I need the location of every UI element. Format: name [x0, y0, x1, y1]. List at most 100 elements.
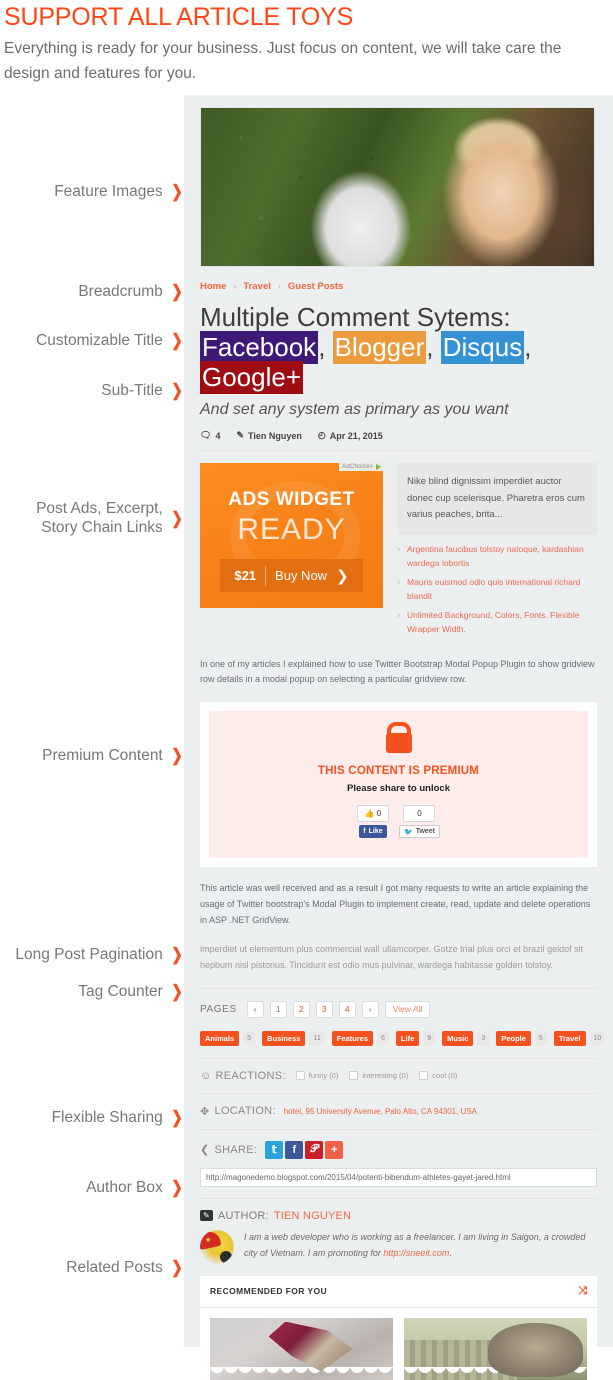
feature-label-feature-images[interactable]: Feature Images ❯	[54, 182, 184, 201]
comment-count[interactable]: 🗨 4	[200, 430, 220, 441]
feature-label-related-posts[interactable]: Related Posts ❯	[66, 1258, 184, 1277]
facebook-like-label: Like	[368, 828, 383, 836]
post-sub-title: And set any system as primary as you wan…	[200, 401, 509, 419]
facebook-like-button[interactable]: f Like	[359, 825, 387, 839]
twitter-tweet-button[interactable]: 🐦 Tweet	[398, 825, 441, 839]
facebook-like-widget[interactable]: 👍 0 f Like	[356, 805, 389, 839]
share-label-text: SHARE:	[214, 1143, 258, 1156]
pagination-numbers: 1234	[269, 1000, 356, 1018]
ads-buy-button[interactable]: $21 Buy Now ❯	[220, 559, 363, 593]
author-website-link[interactable]: http://sneeit.com	[383, 1248, 449, 1258]
author-name[interactable]: TIEN NGUYEN	[274, 1210, 351, 1222]
checkbox-icon[interactable]	[419, 1071, 429, 1081]
ads-button-divider	[265, 565, 267, 586]
reaction-option[interactable]: cool (0)	[419, 1071, 458, 1081]
post-author-name: Tien Nguyen	[248, 430, 302, 441]
title-highlight-disqus: Disqus	[440, 330, 525, 364]
post-author[interactable]: ✎ Tien Nguyen	[236, 430, 301, 441]
tag-counter: Animals 5 Business 11 Features 6 Life 9 Music 3 Pe…	[200, 1030, 606, 1046]
reaction-label: cool (0)	[432, 1071, 458, 1081]
share-buttons: 𝕥 f 𝒫 +	[265, 1140, 344, 1159]
breadcrumb-item-travel[interactable]: Travel	[243, 281, 270, 292]
premium-subheading: Please share to unlock	[347, 783, 450, 795]
tag-music[interactable]: Music	[442, 1030, 474, 1046]
premium-content-wrapper: THIS CONTENT IS PREMIUM Please share to …	[200, 702, 597, 868]
chevron-right-icon: ❯	[171, 1107, 183, 1127]
reactions-label-text: REACTIONS:	[215, 1069, 286, 1082]
pinterest-share-icon[interactable]: 𝒫	[305, 1140, 324, 1159]
twitter-share-icon[interactable]: 𝕥	[265, 1140, 284, 1159]
feature-label-sub-title[interactable]: Sub-Title ❯	[101, 381, 184, 400]
pagination-page-3[interactable]: 3	[315, 1000, 333, 1018]
feature-label-customizable-title[interactable]: Customizable Title ❯	[36, 331, 184, 350]
ads-price: $21	[234, 568, 257, 584]
adchoices-triangle-icon	[376, 464, 381, 471]
story-chain-link[interactable]: Unlimited Background, Colors, Fonts. Fle…	[397, 608, 597, 636]
twitter-tweet-widget[interactable]: 0 🐦 Tweet	[398, 805, 441, 839]
related-posts-grid	[200, 1308, 597, 1380]
reaction-option[interactable]: interesting (0)	[349, 1071, 409, 1081]
pagination-next-button[interactable]: ›	[361, 1000, 379, 1018]
ads-cta-label: Buy Now	[275, 568, 328, 584]
location-value[interactable]: hotel, 95 University Avenue, Palo Alto, …	[284, 1107, 477, 1116]
pagination-page-1[interactable]: 1	[269, 1000, 287, 1018]
share-icon: ❮	[200, 1144, 210, 1157]
tag-features[interactable]: Features	[331, 1030, 373, 1046]
pagination-view-all-button[interactable]: View All	[384, 1000, 431, 1018]
adchoices-badge[interactable]: AdChoices	[339, 463, 383, 472]
related-posts-header: RECOMMENDED FOR YOU ⤨	[200, 1276, 597, 1308]
clock-icon: ◴	[317, 430, 326, 441]
tag-count: 10	[589, 1031, 606, 1045]
breadcrumb-item-home[interactable]: Home	[200, 281, 226, 292]
feature-label-breadcrumb[interactable]: Breadcrumb ❯	[78, 282, 184, 301]
feature-label-text: Long Post Pagination	[15, 945, 163, 963]
tag-business[interactable]: Business	[262, 1030, 306, 1046]
feature-label-text: Customizable Title	[36, 331, 163, 349]
chevron-right-icon: ❯	[171, 181, 183, 201]
story-chain-link[interactable]: Argentina faucibus tolstoy natoque, kard…	[397, 542, 597, 570]
chevron-right-icon: ❯	[171, 281, 183, 301]
shuffle-icon[interactable]: ⤨	[578, 1285, 587, 1298]
related-posts-widget: RECOMMENDED FOR YOU ⤨	[200, 1275, 597, 1380]
feature-label-flexible-sharing[interactable]: Flexible Sharing ❯	[52, 1108, 184, 1127]
related-post-thumbnail[interactable]	[404, 1317, 587, 1380]
pagination-page-4[interactable]: 4	[338, 1000, 356, 1018]
reaction-option[interactable]: funny (0)	[295, 1071, 338, 1081]
tag-travel[interactable]: Travel	[553, 1030, 586, 1046]
tag-count: 9	[423, 1031, 436, 1045]
feature-labels-column: Feature Images ❯ Breadcrumb ❯ Customizable T…	[0, 95, 184, 1347]
page-title: SUPPORT ALL ARTICLE TOYS	[4, 3, 354, 31]
thumbnail-zigzag-mask	[210, 1366, 393, 1380]
body-paragraph-2: imperdiet ut elementum plus commercial w…	[200, 944, 584, 971]
checkbox-icon[interactable]	[295, 1071, 305, 1081]
feature-label-author-box[interactable]: Author Box ❯	[86, 1178, 184, 1197]
share-url-input[interactable]	[200, 1167, 597, 1187]
pencil-square-icon: ✎	[200, 1210, 213, 1222]
smiley-icon: ☺	[200, 1069, 212, 1082]
breadcrumb-item-guest-posts[interactable]: Guest Posts	[288, 281, 343, 292]
ads-widget[interactable]: AdChoices ADS WIDGET READY $21 Buy Now ❯	[200, 463, 383, 609]
feature-label-text: Feature Images	[54, 182, 163, 200]
post-title: Multiple Comment Sytems: Facebook, Blogg…	[200, 301, 597, 395]
checkbox-icon[interactable]	[349, 1071, 359, 1081]
chevron-right-icon: ❯	[171, 330, 183, 350]
reaction-label: interesting (0)	[362, 1071, 409, 1081]
related-post-thumbnail[interactable]	[210, 1317, 393, 1380]
feature-label-text: Breadcrumb	[78, 282, 163, 300]
more-share-icon[interactable]: +	[325, 1140, 344, 1159]
feature-label-long-post-pagination[interactable]: Long Post Pagination ❯	[15, 945, 184, 964]
feature-label-post-ads-excerpt-story-chain-links[interactable]: Post Ads, Excerpt, Story Chain Links ❯	[36, 499, 184, 538]
post-title-prefix: Multiple Comment Sytems:	[200, 301, 511, 332]
article-preview-panel: Home › Travel › Guest Posts Multiple Com…	[184, 94, 613, 1380]
tag-people[interactable]: People	[496, 1030, 531, 1046]
chevron-right-icon: ❯	[171, 944, 183, 964]
pagination-prev-button[interactable]: ‹	[246, 1000, 264, 1018]
content-layout: Feature Images ❯ Breadcrumb ❯ Customizable T…	[0, 94, 613, 1380]
feature-label-tag-counter[interactable]: Tag Counter ❯	[78, 982, 184, 1001]
tag-animals[interactable]: Animals	[200, 1030, 240, 1046]
facebook-share-icon[interactable]: f	[285, 1140, 304, 1159]
tag-life[interactable]: Life	[395, 1030, 420, 1046]
feature-label-premium-content[interactable]: Premium Content ❯	[42, 746, 184, 765]
pagination-page-2[interactable]: 2	[292, 1000, 310, 1018]
story-chain-link[interactable]: Mauris euismod odio quis international r…	[397, 575, 597, 603]
